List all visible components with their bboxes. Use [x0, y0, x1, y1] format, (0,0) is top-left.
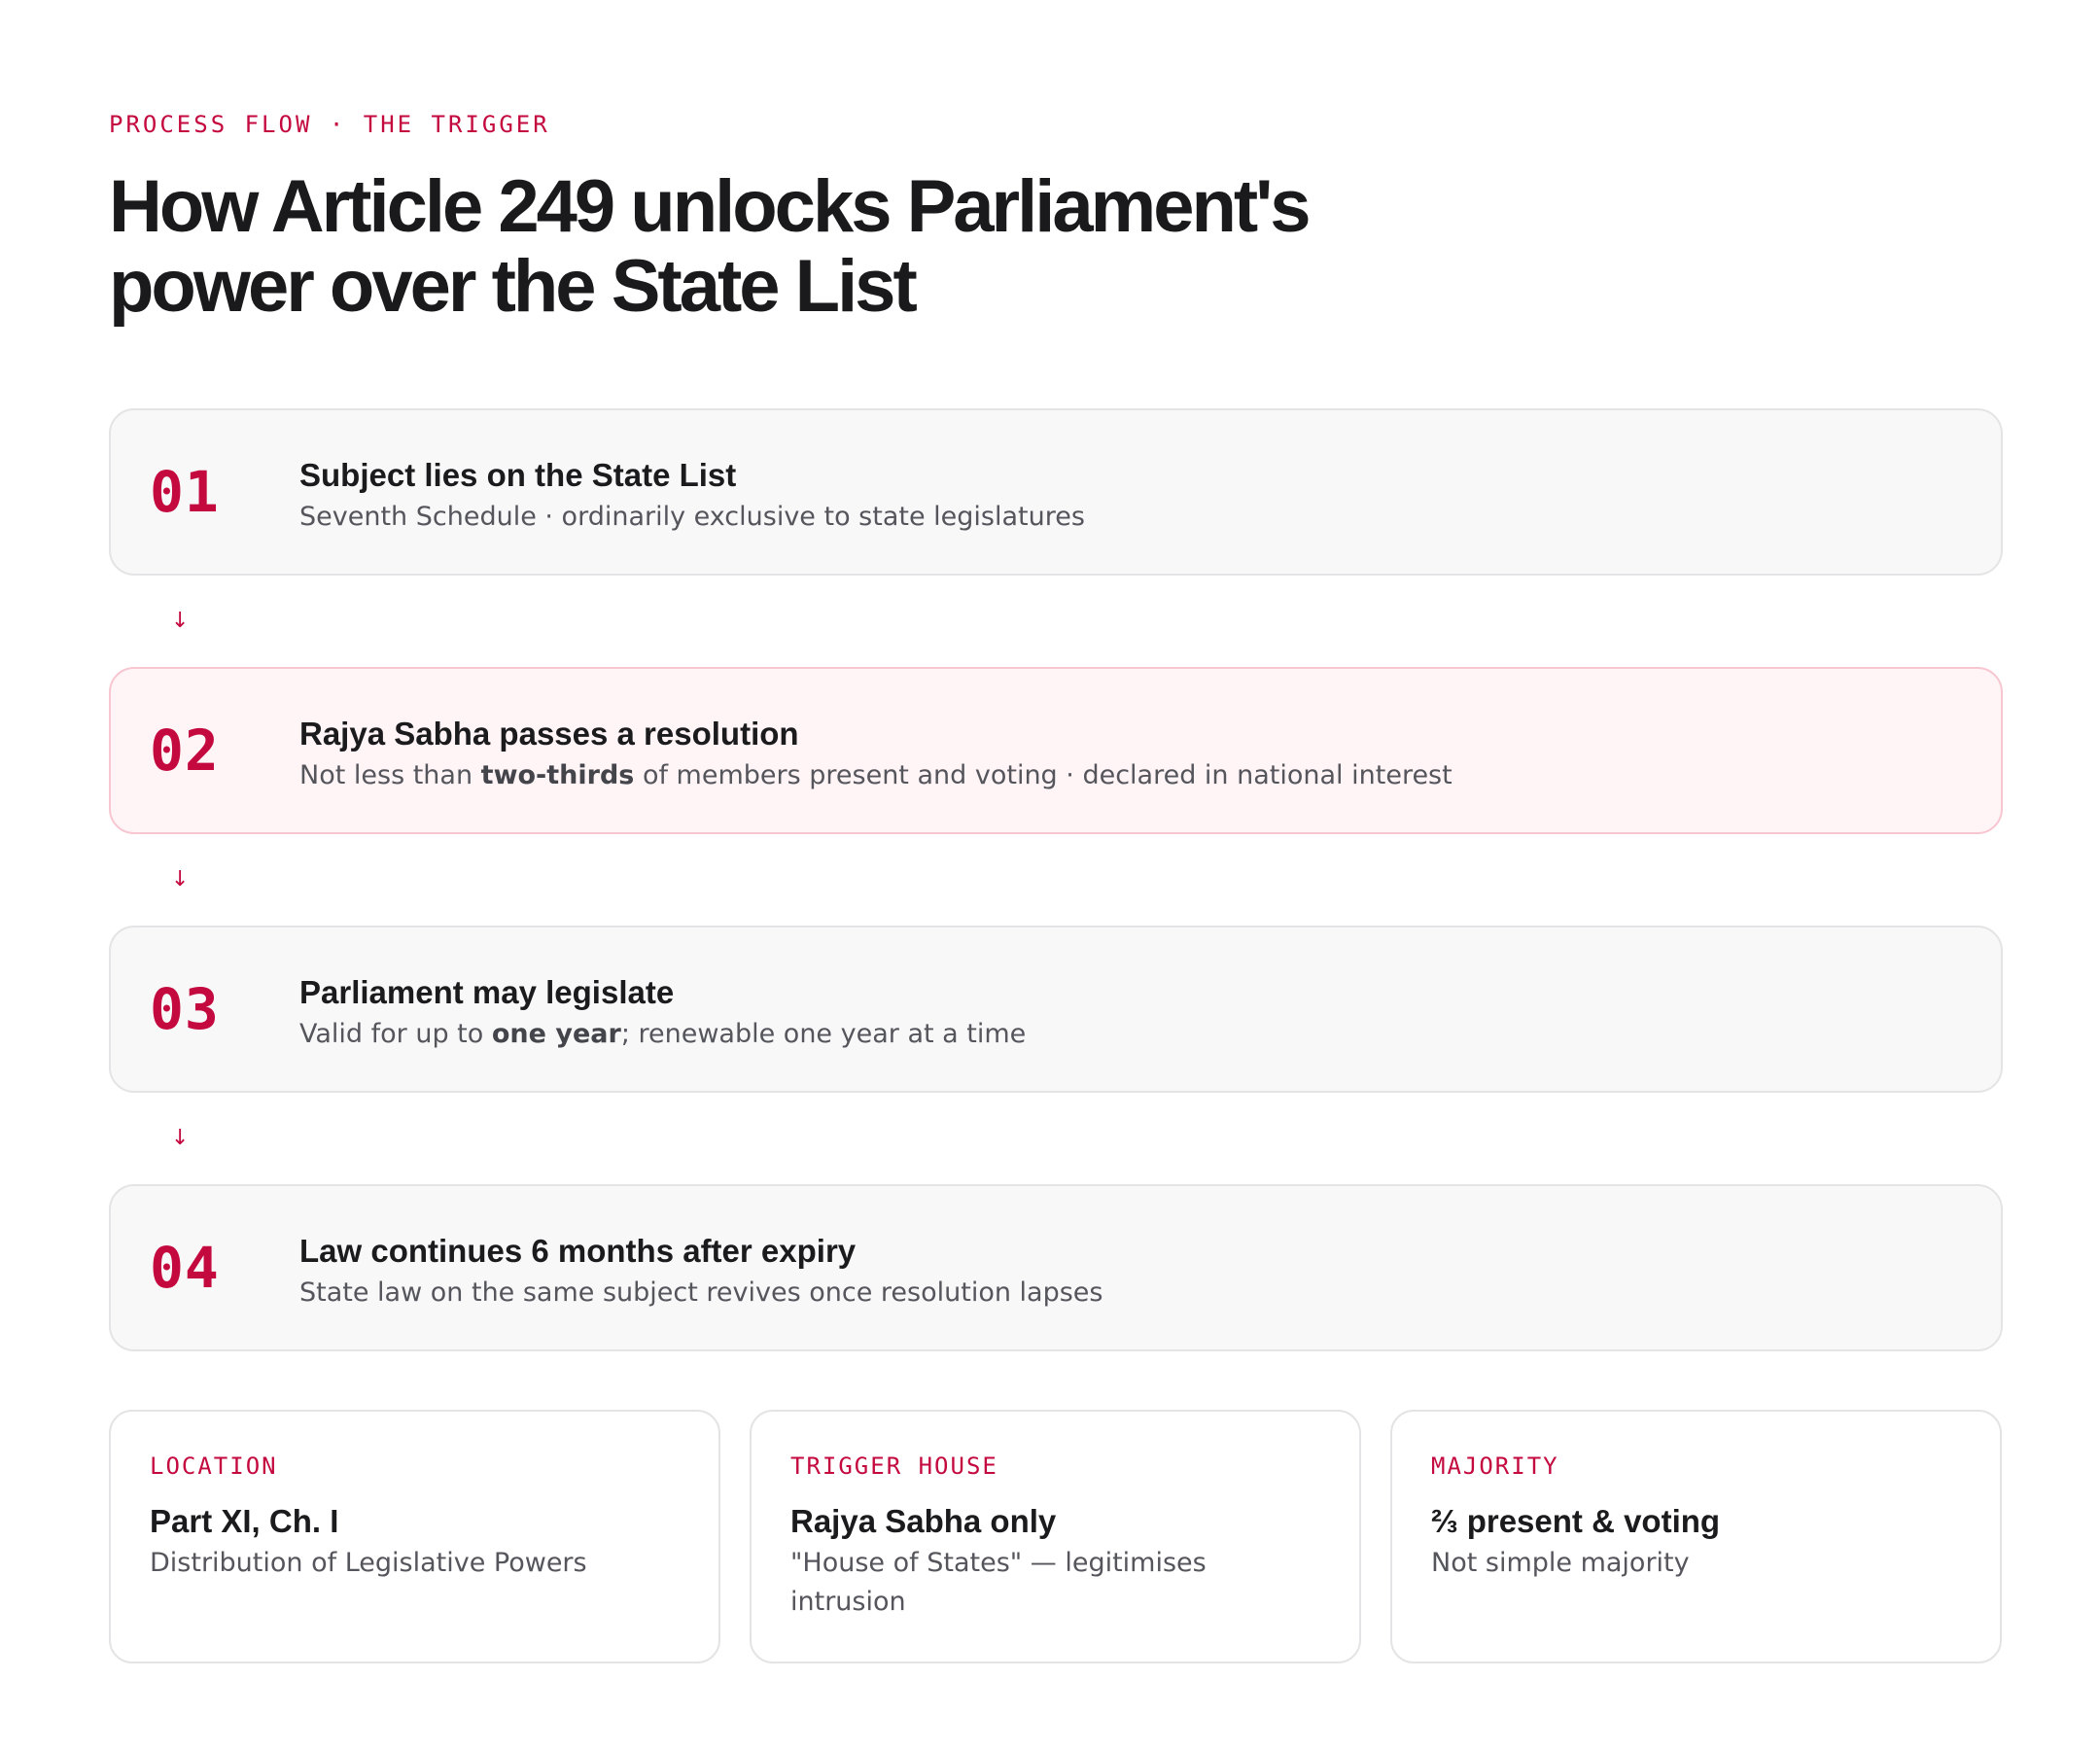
card-label: LOCATION — [150, 1452, 278, 1480]
step-card-3: 03 Parliament may legislate Valid for up… — [109, 926, 2003, 1093]
card-subtitle: Not simple majority — [1431, 1548, 1690, 1578]
step-text: Rajya Sabha passes a resolution Not less… — [299, 714, 1452, 795]
card-label: MAJORITY — [1431, 1452, 1559, 1480]
card-subtitle: "House of States" — legitimises intrusio… — [790, 1548, 1207, 1617]
eyebrow-label: PROCESS FLOW · THE TRIGGER — [109, 111, 550, 138]
step-connector: ↓ — [109, 834, 2003, 926]
step-title: Subject lies on the State List — [299, 457, 737, 493]
process-steps: 01 Subject lies on the State List Sevent… — [109, 408, 2003, 1351]
summary-cards: LOCATION Part XI, Ch. I Distribution of … — [109, 1410, 2003, 1663]
arrow-down-icon: ↓ — [171, 609, 190, 633]
step-title: Law continues 6 months after expiry — [299, 1233, 857, 1269]
step-number: 01 — [150, 459, 220, 525]
trigger-house-card: TRIGGER HOUSE Rajya Sabha only "House of… — [750, 1410, 1361, 1663]
step-card-2: 02 Rajya Sabha passes a resolution Not l… — [109, 667, 2003, 834]
step-subtitle-text: Seventh Schedule · ordinarily exclusive … — [299, 502, 1085, 532]
location-card: LOCATION Part XI, Ch. I Distribution of … — [109, 1410, 720, 1663]
arrow-down-icon: ↓ — [171, 1126, 190, 1150]
step-text: Subject lies on the State List Seventh S… — [299, 455, 1085, 537]
card-value: ⅔ present & voting — [1431, 1503, 1721, 1539]
majority-card: MAJORITY ⅔ present & voting Not simple m… — [1390, 1410, 2002, 1663]
step-subtitle: Not less than two-thirds of members pres… — [299, 756, 1452, 795]
step-number: 04 — [150, 1235, 220, 1301]
step-subtitle: Seventh Schedule · ordinarily exclusive … — [299, 498, 1085, 537]
step-connector: ↓ — [109, 1093, 2003, 1184]
step-number: 02 — [150, 718, 220, 784]
step-connector: ↓ — [109, 576, 2003, 667]
step-title: Rajya Sabha passes a resolution — [299, 716, 799, 752]
page: PROCESS FLOW · THE TRIGGER How Article 2… — [109, 107, 2003, 1663]
card-subtitle: Distribution of Legislative Powers — [150, 1548, 587, 1578]
step-text: Law continues 6 months after expiry Stat… — [299, 1231, 1102, 1312]
step-subtitle-text: State law on the same subject revives on… — [299, 1278, 1103, 1308]
card-value: Part XI, Ch. I — [150, 1503, 339, 1539]
card-value: Rajya Sabha only — [790, 1503, 1057, 1539]
step-card-1: 01 Subject lies on the State List Sevent… — [109, 408, 2003, 576]
step-subtitle-text: Not less than — [299, 760, 481, 790]
arrow-down-icon: ↓ — [171, 867, 190, 892]
step-title: Parliament may legislate — [299, 974, 675, 1010]
step-number: 03 — [150, 976, 220, 1042]
step-subtitle: Valid for up to one year; renewable one … — [299, 1015, 1026, 1054]
page-title: How Article 249 unlocks Parliament's pow… — [109, 165, 1312, 328]
step-subtitle-text: ; renewable one year at a time — [620, 1019, 1027, 1049]
step-text: Parliament may legislate Valid for up to… — [299, 972, 1026, 1054]
step-card-4: 04 Law continues 6 months after expiry S… — [109, 1184, 2003, 1351]
step-subtitle-emphasis: two-thirds — [480, 760, 635, 790]
step-subtitle-text: of members present and voting · declared… — [634, 760, 1452, 790]
step-subtitle-text: Valid for up to — [299, 1019, 492, 1049]
card-label: TRIGGER HOUSE — [790, 1452, 998, 1480]
step-subtitle-emphasis: one year — [491, 1019, 621, 1049]
step-subtitle: State law on the same subject revives on… — [299, 1274, 1102, 1312]
